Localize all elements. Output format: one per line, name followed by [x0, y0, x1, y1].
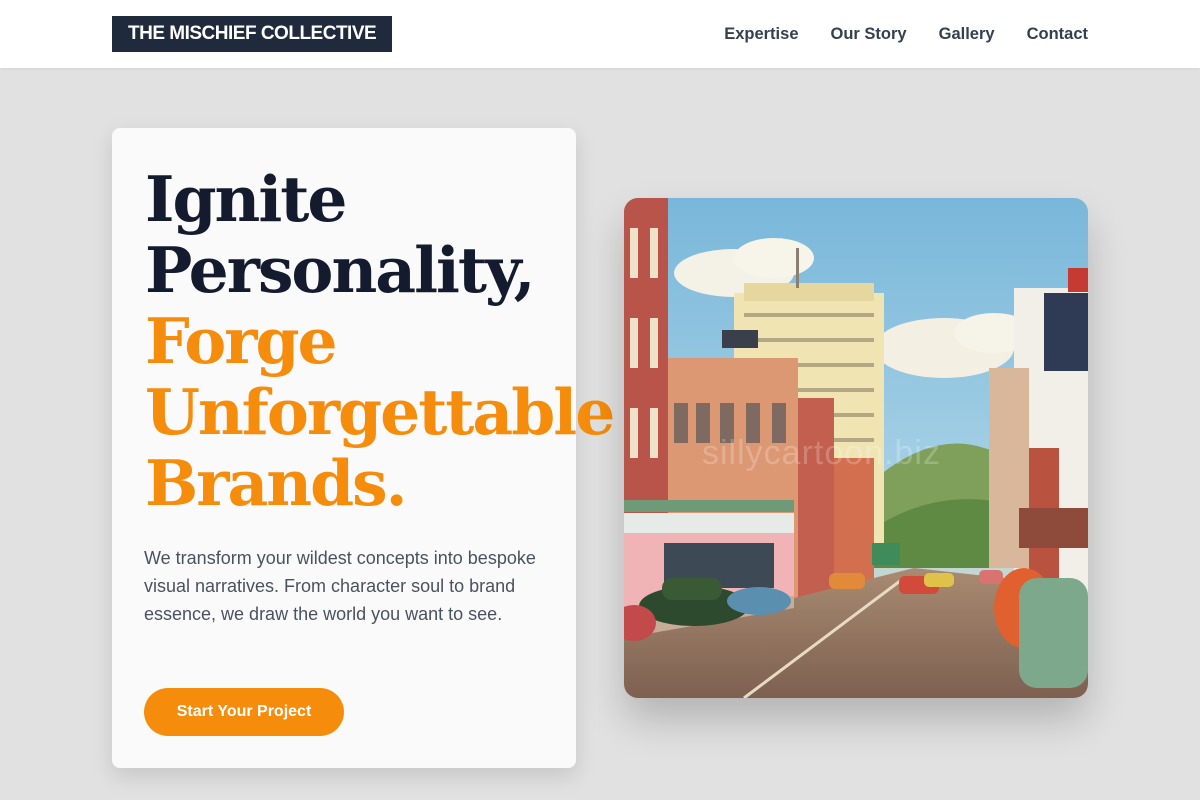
- headline-accent-line: Unforgettable: [145, 375, 615, 449]
- nav-link-contact[interactable]: Contact: [1027, 25, 1088, 44]
- image-watermark: sillycartoon.biz: [702, 434, 941, 472]
- nav-link-gallery[interactable]: Gallery: [939, 25, 995, 44]
- nav-link-our-story[interactable]: Our Story: [831, 25, 907, 44]
- headline-line: Ignite: [145, 162, 347, 236]
- hero-description: We transform your wildest concepts into …: [144, 548, 536, 624]
- hero-headline: Ignite Personality, Forge Unforgettable …: [145, 164, 665, 519]
- headline-line: Personality,: [145, 233, 536, 307]
- brand-logo[interactable]: THE MISCHIEF COLLECTIVE: [112, 16, 393, 52]
- start-project-button[interactable]: Start Your Project: [144, 688, 344, 736]
- nav-link-expertise[interactable]: Expertise: [724, 25, 798, 44]
- headline-accent-line: Brands.: [145, 446, 408, 520]
- main-nav: Expertise Our Story Gallery Contact: [724, 0, 1088, 68]
- vintage-street-illustration: sillycartoon.biz: [624, 198, 1088, 698]
- headline-accent-line: Forge: [145, 304, 338, 378]
- top-navigation-bar: THE MISCHIEF COLLECTIVE Expertise Our St…: [0, 0, 1200, 68]
